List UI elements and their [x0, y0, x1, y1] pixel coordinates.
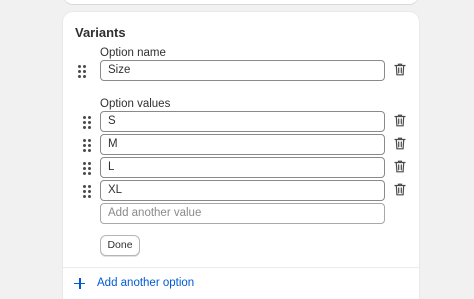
delete-option-icon[interactable] — [394, 63, 406, 76]
option-value-field[interactable]: M — [100, 134, 385, 155]
plus-icon — [74, 277, 85, 289]
option-values-label: Option values — [100, 98, 171, 110]
delete-value-icon[interactable] — [394, 183, 406, 196]
option-value-field[interactable]: XL — [100, 180, 385, 201]
add-another-option-label: Add another option — [97, 277, 195, 289]
delete-value-icon[interactable] — [394, 137, 406, 150]
section-title: Variants — [75, 25, 126, 40]
done-button[interactable]: Done — [100, 235, 140, 256]
variants-card: Variants Option name Size Option values … — [63, 12, 419, 299]
divider — [63, 267, 419, 268]
option-value-field[interactable]: L — [100, 157, 385, 178]
drag-handle-icon[interactable] — [83, 116, 91, 129]
drag-handle-icon[interactable] — [83, 162, 91, 175]
option-name-label: Option name — [100, 47, 166, 59]
delete-value-icon[interactable] — [394, 114, 406, 127]
delete-value-icon[interactable] — [394, 160, 406, 173]
drag-handle-icon[interactable] — [83, 185, 91, 198]
drag-handle-icon[interactable] — [78, 65, 86, 78]
drag-handle-icon[interactable] — [83, 139, 91, 152]
add-value-input[interactable]: Add another value — [100, 203, 385, 224]
add-another-option-button[interactable]: Add another option — [74, 275, 194, 291]
option-value-field[interactable]: S — [100, 111, 385, 132]
option-name-field[interactable]: Size — [100, 60, 385, 81]
previous-card — [63, 0, 419, 4]
